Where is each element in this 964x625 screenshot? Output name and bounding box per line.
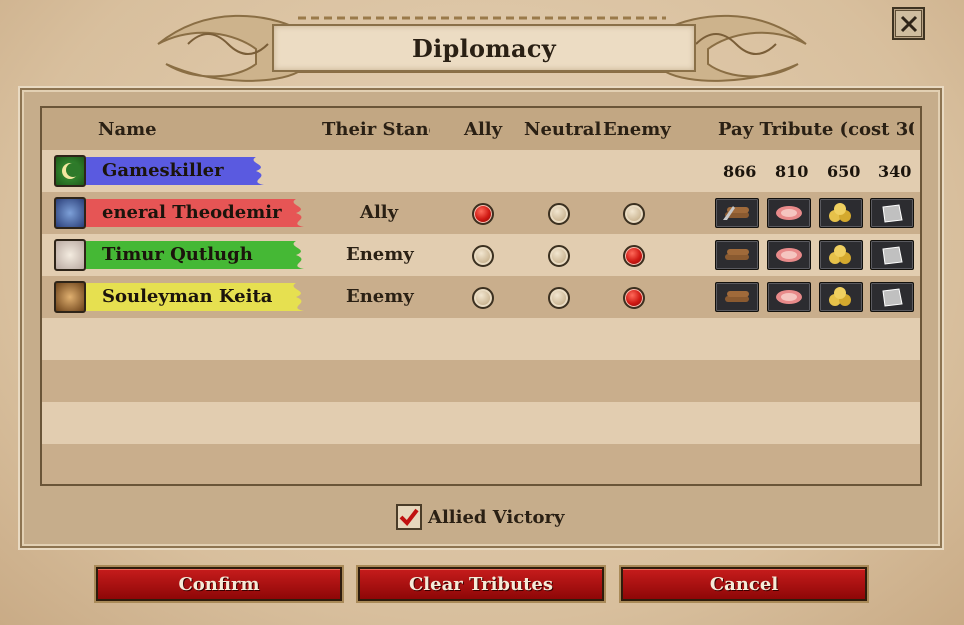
player-name: eneral Theodemir — [102, 202, 282, 223]
stance-radio-ally[interactable] — [472, 203, 494, 225]
allied-victory-checkbox[interactable] — [396, 504, 422, 530]
stance-radio-enemy[interactable] — [623, 203, 645, 225]
player-avatar-icon — [54, 239, 86, 271]
stance-radio-enemy[interactable] — [623, 287, 645, 309]
header-their-stance: Their Stanc — [322, 119, 430, 140]
stance-radio-ally[interactable] — [472, 245, 494, 267]
dialog-title: Diplomacy — [411, 33, 557, 63]
gold-icon[interactable] — [819, 240, 863, 270]
close-icon — [895, 10, 922, 37]
header-name: Name — [98, 119, 157, 140]
table-header: Name Their Stanc Ally Neutral Enemy Pay … — [42, 108, 920, 150]
stance-radio-enemy[interactable] — [623, 245, 645, 267]
table-row-empty — [42, 360, 920, 402]
stance-radio-ally[interactable] — [472, 287, 494, 309]
table-row-empty — [42, 444, 920, 484]
stance-radio-neutral[interactable] — [548, 287, 570, 309]
allied-victory-option: Allied Victory — [396, 504, 565, 530]
player-avatar-icon — [54, 281, 86, 313]
crescent-civ-icon — [54, 155, 86, 187]
header-enemy: Enemy — [603, 119, 671, 140]
their-stance: Enemy — [346, 286, 414, 307]
food-icon[interactable] — [767, 198, 811, 228]
title-banner: Diplomacy — [272, 24, 696, 72]
stance-radio-neutral[interactable] — [548, 245, 570, 267]
gold-icon[interactable] — [819, 198, 863, 228]
table-row: Souleyman Keita Enemy — [42, 276, 920, 318]
stone-icon[interactable] — [870, 198, 914, 228]
allied-victory-label: Allied Victory — [428, 506, 565, 528]
tribute-amount-stone: 340 — [878, 162, 912, 181]
stance-radio-neutral[interactable] — [548, 203, 570, 225]
tribute-amount-gold: 650 — [827, 162, 861, 181]
clear-tributes-button[interactable]: Clear Tributes — [358, 567, 604, 601]
gold-icon[interactable] — [819, 282, 863, 312]
player-table: Name Their Stanc Ally Neutral Enemy Pay … — [40, 106, 922, 486]
their-stance: Ally — [360, 202, 399, 223]
table-row: eneral Theodemir Ally — [42, 192, 920, 234]
wood-icon[interactable] — [715, 198, 759, 228]
close-button[interactable] — [892, 7, 925, 40]
player-name: Souleyman Keita — [102, 286, 273, 307]
table-row-empty — [42, 402, 920, 444]
player-avatar-icon — [54, 197, 86, 229]
stone-icon[interactable] — [870, 240, 914, 270]
wood-icon[interactable] — [715, 240, 759, 270]
cancel-button[interactable]: Cancel — [621, 567, 867, 601]
player-name: Timur Qutlugh — [102, 244, 253, 265]
checkmark-icon — [399, 508, 419, 527]
food-icon[interactable] — [767, 240, 811, 270]
food-icon[interactable] — [767, 282, 811, 312]
wood-icon[interactable] — [715, 282, 759, 312]
table-row-self: Gameskiller 866 810 650 340 — [42, 150, 920, 192]
stone-icon[interactable] — [870, 282, 914, 312]
tribute-amount-food: 810 — [775, 162, 809, 181]
their-stance: Enemy — [346, 244, 414, 265]
table-row: Timur Qutlugh Enemy — [42, 234, 920, 276]
header-neutral: Neutral — [524, 119, 602, 140]
player-name: Gameskiller — [102, 160, 224, 181]
tribute-amount-wood: 866 — [723, 162, 757, 181]
header-pay-tribute: Pay Tribute (cost 30% — [718, 119, 914, 140]
table-row-empty — [42, 318, 920, 360]
header-ally: Ally — [464, 119, 503, 140]
confirm-button[interactable]: Confirm — [96, 567, 342, 601]
